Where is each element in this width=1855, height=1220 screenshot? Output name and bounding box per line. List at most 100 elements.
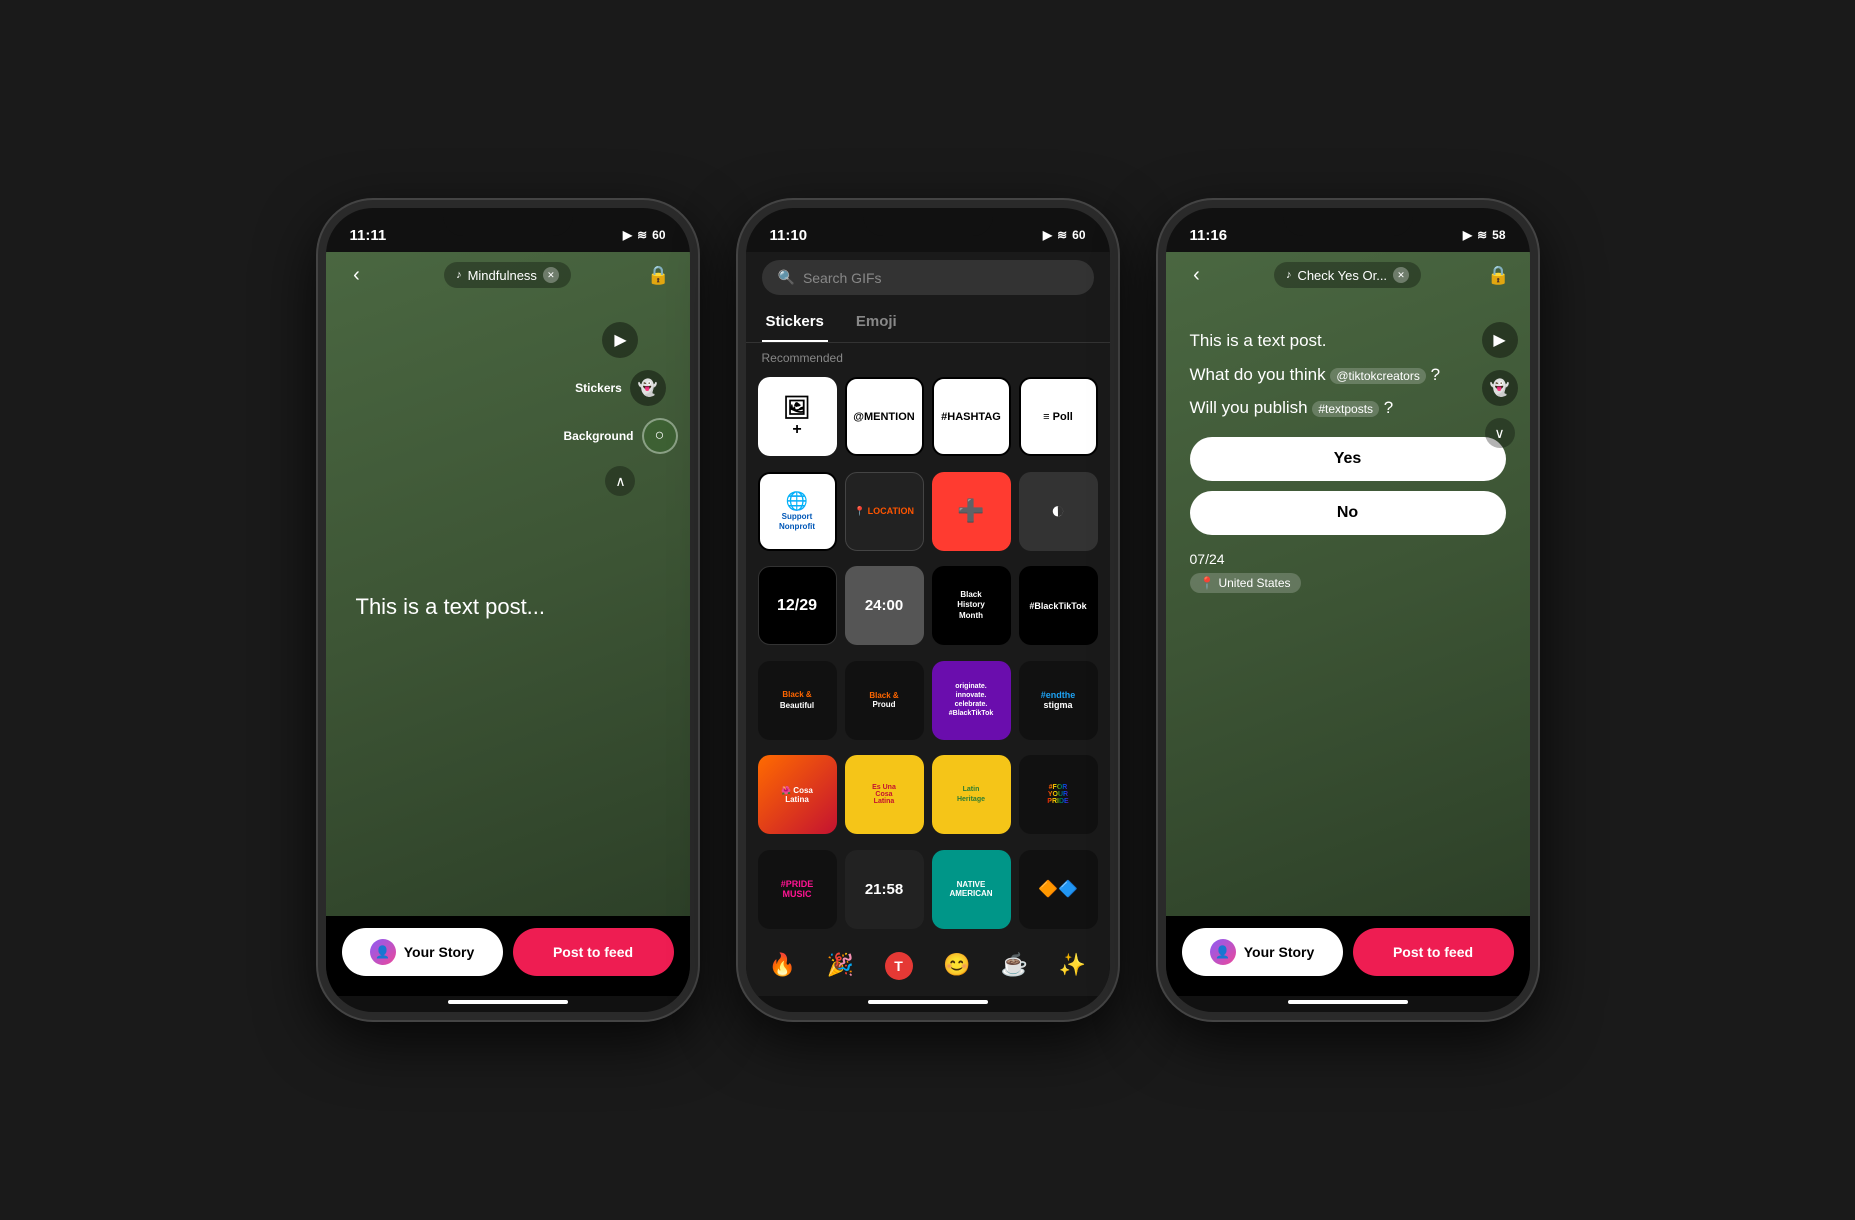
phone-3: 11:16 ▶ ≋ 58 ‹ ♪ Check Yes Or... ✕ 🔒 ▶ 👻…: [1158, 200, 1538, 1020]
text-line1-3: This is a text post.: [1190, 328, 1506, 354]
sticker-black-proud[interactable]: Black & Proud: [845, 661, 924, 740]
music-title-3: Check Yes Or...: [1297, 268, 1387, 283]
sticker-poll[interactable]: ≡ Poll: [1019, 377, 1098, 456]
wifi-icon-1: ≋: [637, 228, 647, 242]
emoji-sparkle[interactable]: ✨: [1059, 952, 1086, 980]
stickers-button-3[interactable]: 👻: [1482, 370, 1518, 406]
post-to-feed-button-3[interactable]: Post to feed: [1353, 928, 1514, 976]
sticker-time-2400[interactable]: 24:00: [845, 566, 924, 645]
emoji-fire[interactable]: 🔥: [769, 952, 796, 980]
feed-label-1: Post to feed: [553, 944, 633, 960]
sticker-latin-heritage[interactable]: LatinHeritage: [932, 755, 1011, 834]
poll-yes-button[interactable]: Yes: [1190, 437, 1506, 481]
screen-3: ‹ ♪ Check Yes Or... ✕ 🔒 ▶ 👻 ∨ This is a …: [1166, 252, 1530, 916]
stickers-label-1: Stickers: [575, 381, 622, 395]
emoji-coffee[interactable]: ☕: [1001, 952, 1028, 980]
collapse-button-1[interactable]: ∧: [605, 466, 635, 496]
stickers-row-1: Stickers 👻: [575, 370, 666, 406]
status-bar-1: 11:11 ▶ ≋ 60: [326, 208, 690, 252]
sticker-native-american[interactable]: NATIVEAMERICAN: [932, 850, 1011, 929]
sticker-location[interactable]: 📍 LOCATION: [845, 472, 924, 551]
feed-label-3: Post to feed: [1393, 944, 1473, 960]
music-pill-1[interactable]: ♪ Mindfulness ✕: [444, 262, 571, 288]
post-to-feed-button-1[interactable]: Post to feed: [513, 928, 674, 976]
post-date-3: 07/24: [1190, 551, 1506, 567]
home-indicator-3: [1288, 1000, 1408, 1004]
poll-no-button[interactable]: No: [1190, 491, 1506, 535]
sticker-circle-logo[interactable]: ◐: [1019, 472, 1098, 551]
sticker-add-photo[interactable]: 🖼 +: [758, 377, 837, 456]
rich-text-area-3: This is a text post. What do you think @…: [1166, 298, 1530, 916]
sticker-bhm[interactable]: BlackHistoryMonth: [932, 566, 1011, 645]
search-container-2: 🔍 Search GIFs: [746, 252, 1110, 303]
mention-tag-2[interactable]: #textposts: [1312, 401, 1379, 417]
home-indicator-2: [868, 1000, 988, 1004]
top-nav-3: ‹ ♪ Check Yes Or... ✕ 🔒: [1166, 252, 1530, 298]
mention-tag-1[interactable]: @tiktokcreators: [1330, 368, 1426, 384]
close-music-1[interactable]: ✕: [543, 267, 559, 283]
recommended-label-2: Recommended: [746, 343, 1110, 373]
emoji-t[interactable]: T: [885, 952, 913, 980]
status-icons-1: ▶ ≋ 60: [623, 228, 666, 242]
lock-icon-1[interactable]: 🔒: [644, 260, 674, 290]
signal-icon-2: ▶: [1043, 228, 1052, 242]
time-1: 11:11: [350, 227, 387, 244]
close-music-3[interactable]: ✕: [1393, 267, 1409, 283]
story-label-1: Your Story: [404, 944, 475, 960]
home-indicator-1: [448, 1000, 568, 1004]
screen-2: 🔍 Search GIFs Stickers Emoji Recommended…: [746, 252, 1110, 996]
background-label-1: Background: [563, 429, 633, 443]
screen-1: ‹ ♪ Mindfulness ✕ 🔒 ▶ Stickers 👻 Backgro…: [326, 252, 690, 916]
right-toolbar-1: ▶ Stickers 👻 Background ○ ∧: [563, 322, 677, 496]
right-toolbar-3: ▶ 👻 ∨: [1482, 322, 1518, 448]
date-location-3: 07/24 📍 United States: [1190, 551, 1506, 593]
background-button-1[interactable]: ○: [642, 418, 678, 454]
sticker-for-your-pride[interactable]: #FORYOURPRIDE: [1019, 755, 1098, 834]
search-bar-2[interactable]: 🔍 Search GIFs: [762, 260, 1094, 295]
sticker-pride-music[interactable]: #PRIDEMUSIC: [758, 850, 837, 929]
sticker-time-2158[interactable]: 21:58: [845, 850, 924, 929]
wifi-icon-2: ≋: [1057, 228, 1067, 242]
sticker-mention[interactable]: @MENTION: [845, 377, 924, 456]
lock-icon-3[interactable]: 🔒: [1483, 260, 1513, 290]
location-pill-3[interactable]: 📍 United States: [1190, 573, 1301, 593]
sticker-grid-2: 🖼 + @MENTION #HASHTAG ≡ Poll 🌐 SupportNo…: [746, 373, 1110, 944]
video-button-3[interactable]: ▶: [1482, 322, 1518, 358]
sticker-originate[interactable]: originate.innovate.celebrate.#BlackTikTo…: [932, 661, 1011, 740]
sticker-endthe-stigma[interactable]: #endthestigma: [1019, 661, 1098, 740]
status-bar-2: 11:10 ▶ ≋ 60: [746, 208, 1110, 252]
battery-icon-2: 60: [1072, 228, 1085, 242]
tab-emoji[interactable]: Emoji: [852, 303, 901, 342]
sticker-decoration[interactable]: 🔶🔷: [1019, 850, 1098, 929]
emoji-row-2: 🔥 🎉 T 😊 ☕ ✨: [746, 944, 1110, 996]
sticker-hashtag[interactable]: #HASHTAG: [932, 377, 1011, 456]
music-note-icon-3: ♪: [1286, 269, 1292, 281]
stickers-button-1[interactable]: 👻: [630, 370, 666, 406]
sticker-health[interactable]: ➕: [932, 472, 1011, 551]
avatar-3: 👤: [1210, 939, 1236, 965]
chevron-down-button-3[interactable]: ∨: [1485, 418, 1515, 448]
avatar-1: 👤: [370, 939, 396, 965]
post-text-1[interactable]: This is a text post...: [356, 594, 546, 620]
back-button-1[interactable]: ‹: [342, 260, 372, 290]
emoji-party[interactable]: 🎉: [827, 952, 854, 980]
battery-icon-3: 58: [1492, 228, 1505, 242]
video-button-1[interactable]: ▶: [602, 322, 638, 358]
signal-icon-1: ▶: [623, 228, 632, 242]
sticker-cosa-latina-1[interactable]: 🌺 CosaLatina: [758, 755, 837, 834]
sticker-date-1229[interactable]: 12/29: [758, 566, 837, 645]
your-story-button-3[interactable]: 👤 Your Story: [1182, 928, 1343, 976]
text-line2-3: What do you think @tiktokcreators ?: [1190, 362, 1506, 388]
sticker-black-beautiful[interactable]: Black & Beautiful: [758, 661, 837, 740]
sticker-tabs-2: Stickers Emoji: [746, 303, 1110, 343]
sticker-nonprofit[interactable]: 🌐 SupportNonprofit: [758, 472, 837, 551]
sticker-cosa-latina-2[interactable]: Es UnaCosaLatina: [845, 755, 924, 834]
music-pill-3[interactable]: ♪ Check Yes Or... ✕: [1274, 262, 1421, 288]
back-button-3[interactable]: ‹: [1182, 260, 1212, 290]
emoji-smile[interactable]: 😊: [943, 952, 970, 980]
tab-stickers[interactable]: Stickers: [762, 303, 828, 342]
your-story-button-1[interactable]: 👤 Your Story: [342, 928, 503, 976]
text-line3-3: Will you publish #textposts ?: [1190, 395, 1506, 421]
sticker-blacktiktok[interactable]: #BlackTikTok: [1019, 566, 1098, 645]
story-label-3: Your Story: [1244, 944, 1315, 960]
